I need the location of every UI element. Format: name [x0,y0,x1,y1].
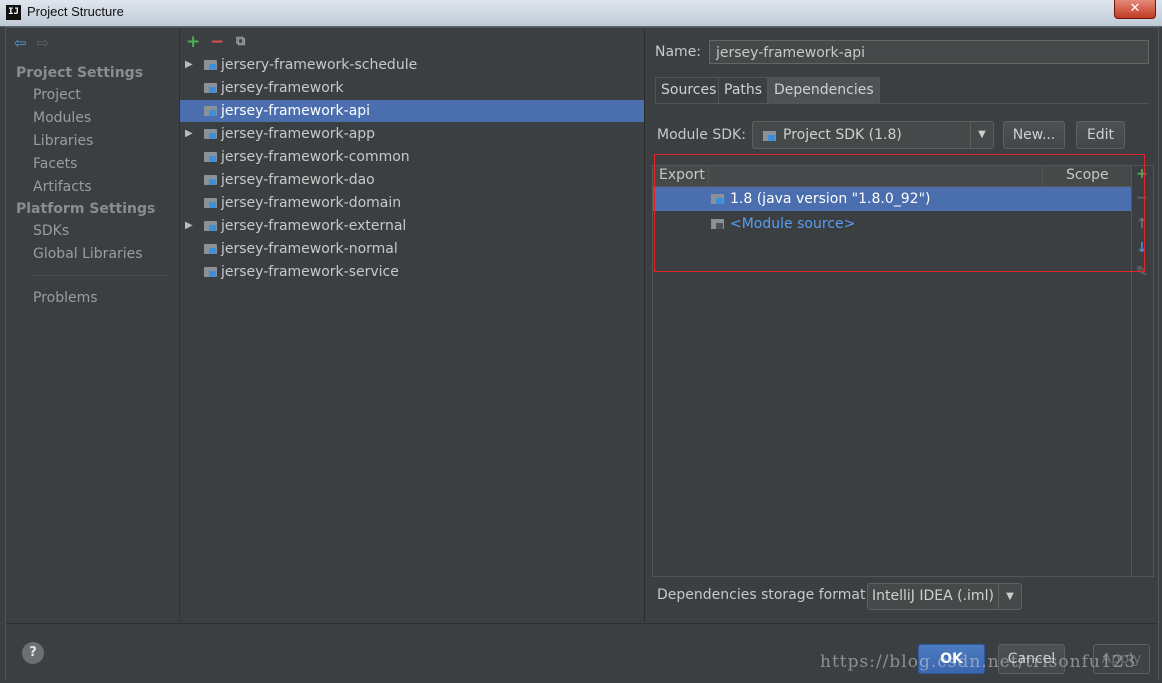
section-project-settings: Project Settings [16,65,144,81]
module-folder-icon [204,106,217,116]
remove-module-icon[interactable]: − [210,32,224,52]
module-details-panel: Name: jersey-framework-api Sources Paths… [646,28,1158,622]
module-tree-item[interactable]: ▶ jersey-framework-app [180,123,644,145]
module-folder-icon [204,129,217,139]
module-label: jersey-framework-app [221,126,376,142]
tab-dependencies[interactable]: Dependencies [768,77,880,103]
title-bar: IJ Project Structure ✕ [0,0,1162,27]
watermark: https://blog.csdn.net/trisonfu123 [820,652,1137,672]
module-name-field[interactable]: jersey-framework-api [709,40,1149,64]
module-tree-item[interactable]: jersey-framework-service [180,261,644,283]
edit-dependency-icon[interactable]: ✎ [1136,264,1148,280]
sidebar-item-facets[interactable]: Facets [33,156,77,172]
dependency-row[interactable]: <Module source> [653,212,1131,236]
name-label: Name: [655,44,702,60]
tab-paths[interactable]: Paths [718,77,769,103]
sidebar-item-libraries[interactable]: Libraries [33,133,93,149]
back-arrow-icon[interactable]: ⇦ [14,34,27,52]
settings-sidebar: ⇦ ⇨ Project Settings Project Modules Libr… [6,28,180,622]
module-sdk-label: Module SDK: [657,127,746,143]
sdk-folder-icon [763,131,776,141]
sidebar-item-artifacts[interactable]: Artifacts [33,179,92,195]
add-module-icon[interactable]: + [186,32,200,52]
nav-arrows: ⇦ ⇨ [14,34,59,52]
module-label: jersey-framework-service [221,264,399,280]
project-structure-window: IJ Project Structure ✕ ⇦ ⇨ Project Settin… [0,0,1162,683]
module-folder-icon [204,221,217,231]
module-sdk-value: Project SDK (1.8) [783,127,902,143]
module-label: jersery-framework-schedule [221,57,418,73]
module-folder-icon [204,83,217,93]
module-tree-item[interactable]: ▶ jersey-framework-external [180,215,644,237]
column-separator [1042,166,1043,186]
module-label: jersey-framework-domain [221,195,402,211]
dialog-body: ⇦ ⇨ Project Settings Project Modules Libr… [5,27,1159,680]
copy-module-icon[interactable]: ⧉ [236,34,245,49]
module-folder-icon [204,60,217,70]
edit-sdk-button[interactable]: Edit [1076,121,1125,149]
tabs-divider [655,103,1149,104]
module-tree-item[interactable]: jersey-framework-common [180,146,644,168]
column-separator [708,166,709,186]
window-title: Project Structure [27,4,124,19]
dependency-label: 1.8 (java version "1.8.0_92") [730,191,931,207]
dependency-row-selected[interactable]: 1.8 (java version "1.8.0_92") [653,187,1131,211]
module-tree-item[interactable]: jersey-framework-dao [180,169,644,191]
intellij-app-icon: IJ [6,5,21,20]
tab-sources[interactable]: Sources [655,77,723,103]
chevron-down-icon[interactable]: ▼ [998,584,1021,609]
column-scope[interactable]: Scope [1066,167,1109,183]
close-window-button[interactable]: ✕ [1114,0,1156,19]
module-tree-item-selected[interactable]: jersey-framework-api [180,100,644,122]
storage-format-value: IntelliJ IDEA (.iml) [872,588,994,604]
sidebar-item-problems[interactable]: Problems [33,290,98,306]
module-tree-item[interactable]: jersey-framework [180,77,644,99]
add-dependency-icon[interactable]: + [1136,166,1148,182]
module-label: jersey-framework-external [221,218,407,234]
module-tree-item[interactable]: jersey-framework-domain [180,192,644,214]
module-folder-icon [204,198,217,208]
sidebar-item-global-libraries[interactable]: Global Libraries [33,246,143,262]
dependency-toolbar: + − ↑ ↓ ✎ [1133,165,1154,577]
sdk-folder-icon [711,194,724,204]
section-platform-settings: Platform Settings [16,201,156,217]
module-tree-panel: + − ⧉ ▶ jersery-framework-schedule jersey… [180,28,645,622]
module-tree-item[interactable]: jersey-framework-normal [180,238,644,260]
move-down-icon[interactable]: ↓ [1136,240,1148,256]
module-label: jersey-framework [221,80,344,96]
module-folder-icon [204,175,217,185]
module-folder-icon [204,244,217,254]
chevron-down-icon[interactable]: ▼ [970,122,993,148]
expand-arrow-icon[interactable]: ▶ [185,123,193,145]
module-folder-icon [204,152,217,162]
module-label: jersey-framework-common [221,149,410,165]
module-label: jersey-framework-api [221,103,371,119]
module-tree-item[interactable]: ▶ jersery-framework-schedule [180,54,644,76]
remove-dependency-icon[interactable]: − [1136,190,1148,206]
move-up-icon[interactable]: ↑ [1136,216,1148,232]
sidebar-item-sdks[interactable]: SDKs [33,223,69,239]
module-folder-icon [204,267,217,277]
folder-icon [711,219,724,229]
module-label: jersey-framework-normal [221,241,398,257]
sidebar-item-project[interactable]: Project [33,87,81,103]
dependencies-table: Export Scope 1.8 (java version "1.8.0_92… [652,165,1132,577]
expand-arrow-icon[interactable]: ▶ [185,215,193,237]
new-sdk-button[interactable]: New... [1003,121,1065,149]
storage-format-label: Dependencies storage format: [657,587,871,603]
sidebar-divider [33,275,169,276]
module-sdk-select[interactable]: Project SDK (1.8) ▼ [752,121,994,149]
forward-arrow-icon[interactable]: ⇨ [37,34,50,52]
column-export[interactable]: Export [659,167,705,183]
module-source-link[interactable]: <Module source> [730,212,855,236]
expand-arrow-icon[interactable]: ▶ [185,54,193,76]
help-icon[interactable]: ? [22,642,44,664]
sidebar-item-modules[interactable]: Modules [33,110,91,126]
storage-format-select[interactable]: IntelliJ IDEA (.iml) ▼ [867,583,1022,610]
module-label: jersey-framework-dao [221,172,375,188]
table-header: Export Scope [653,166,1131,187]
